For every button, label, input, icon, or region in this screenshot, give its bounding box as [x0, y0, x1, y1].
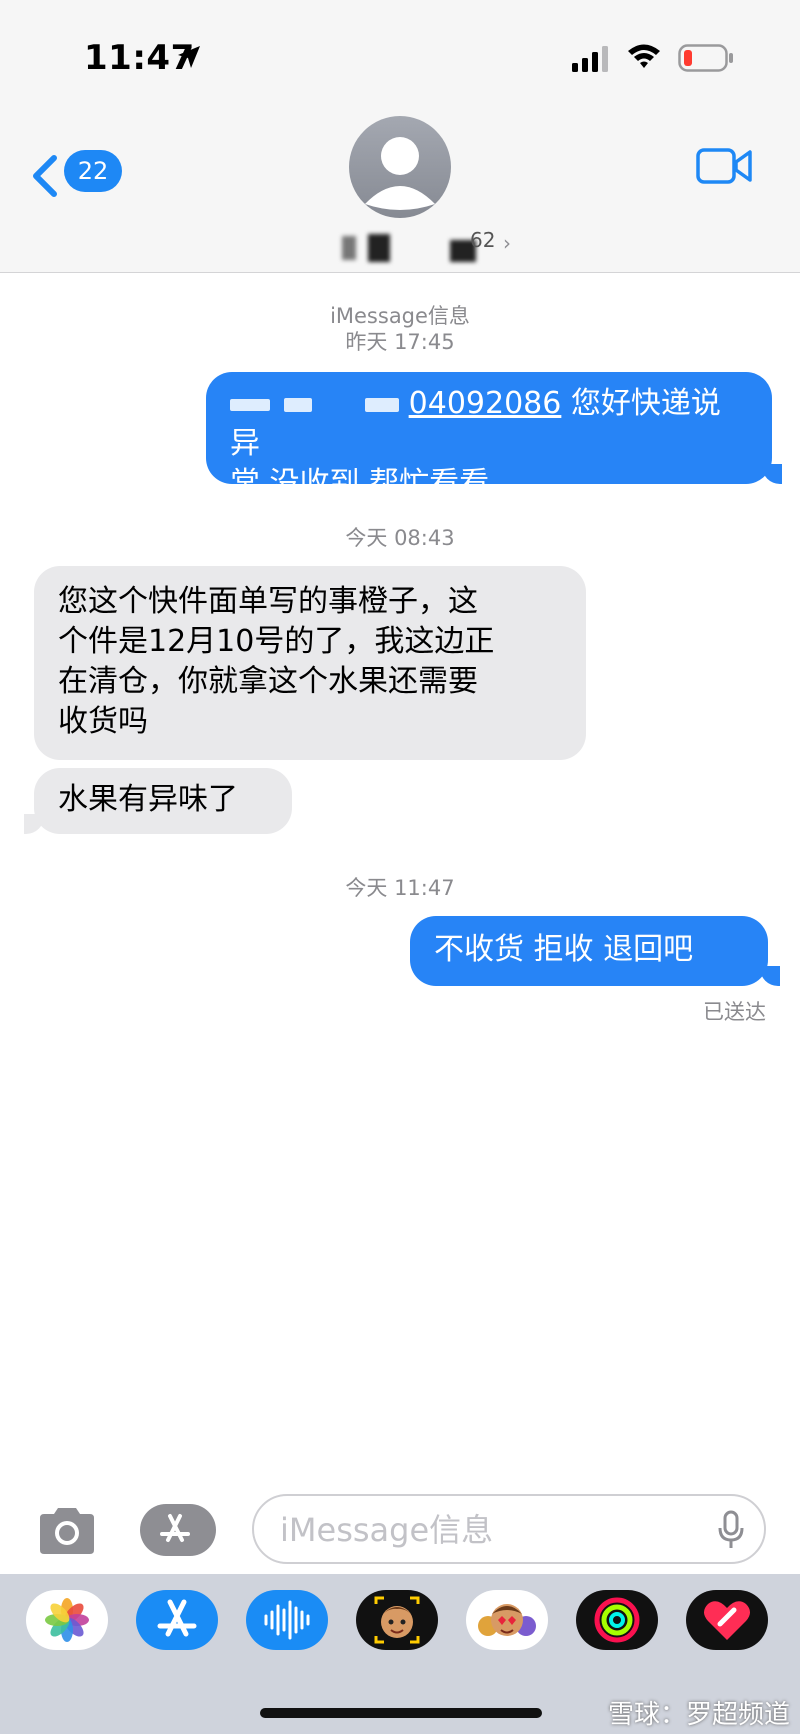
wifi-icon: [626, 42, 662, 74]
camera-button[interactable]: [36, 1506, 98, 1556]
chevron-right-icon: ›: [503, 231, 511, 255]
message-line: 您这个快件面单写的事橙子，这: [58, 584, 478, 619]
memoji-icon: [374, 1596, 420, 1644]
location-arrow-icon: [176, 44, 202, 74]
app-store-app[interactable]: [136, 1590, 218, 1650]
redaction-block: [283, 397, 312, 412]
delivery-status: 已送达: [703, 1000, 766, 1024]
microphone-icon[interactable]: [718, 1510, 744, 1554]
message-input-field[interactable]: [252, 1494, 766, 1564]
bubble-tail: [24, 814, 44, 834]
activity-app[interactable]: [576, 1590, 658, 1650]
animoji-stickers-app[interactable]: [466, 1590, 548, 1650]
animoji-stickers-icon: [478, 1604, 536, 1636]
message-line: 收货吗: [58, 704, 148, 739]
person-silhouette-icon: [365, 137, 435, 210]
watermark: 雪球：罗超频道: [607, 1700, 790, 1730]
message-input[interactable]: [278, 1506, 702, 1554]
contact-name-suffix: 62: [470, 228, 496, 252]
chevron-left-icon: [30, 154, 58, 202]
imessage-app-drawer: 雪球：罗超频道: [0, 1574, 800, 1734]
battery-low-icon: [678, 44, 734, 76]
app-store-icon: [158, 1512, 192, 1554]
timestamp: 昨天 17:45: [345, 330, 455, 354]
camera-icon: [40, 1508, 94, 1554]
app-store-icon: [157, 1599, 197, 1637]
photos-app[interactable]: [26, 1590, 108, 1650]
app-store-apps-button[interactable]: [140, 1504, 216, 1556]
contact-avatar[interactable]: [349, 116, 451, 218]
message-line: 个件是12月10号的了，我这边正: [58, 624, 495, 659]
digital-touch-app[interactable]: [686, 1590, 768, 1650]
redaction-block: [365, 397, 400, 412]
unread-count-badge: 22: [64, 150, 122, 192]
message-text: 水果有异味了: [58, 782, 238, 817]
redaction-block: [230, 398, 270, 411]
phone-number-link[interactable]: 04092086: [409, 386, 562, 421]
bubble-tail: [760, 966, 780, 986]
memoji-app[interactable]: [356, 1590, 438, 1650]
message-text: 常 没收到 帮忙看看: [230, 466, 490, 501]
back-button[interactable]: 22: [30, 150, 122, 202]
conversation-header: 22 62 ›: [0, 110, 800, 273]
photos-icon: [45, 1598, 89, 1642]
audio-message-app[interactable]: [246, 1590, 328, 1650]
cellular-signal-icon: [572, 46, 612, 76]
message-bubble-outgoing[interactable]: 不收货 拒收 退回吧: [410, 916, 768, 986]
digital-touch-icon: [704, 1601, 750, 1640]
timestamp: 今天 11:47: [345, 876, 455, 900]
redaction-block: [368, 234, 390, 262]
status-bar: 11:47: [0, 0, 800, 110]
redaction-block: [342, 236, 356, 260]
video-camera-icon: [696, 148, 752, 184]
message-bubble-incoming[interactable]: 您这个快件面单写的事橙子，这 个件是12月10号的了，我这边正 在清仓，你就拿这…: [34, 566, 586, 760]
facetime-video-button[interactable]: [696, 146, 752, 186]
message-line: 04092086 您好快递说异: [230, 384, 748, 464]
message-line: 在清仓，你就拿这个水果还需要: [58, 664, 478, 699]
activity-icon: [594, 1597, 640, 1643]
audio-message-icon: [264, 1600, 310, 1640]
message-text: 不收货 拒收 退回吧: [434, 932, 694, 967]
home-indicator[interactable]: [260, 1708, 542, 1718]
timestamp: 今天 08:43: [345, 526, 455, 550]
bubble-tail: [762, 464, 782, 484]
message-bubble-incoming[interactable]: 水果有异味了: [34, 768, 292, 834]
message-bubble-outgoing[interactable]: 04092086 您好快递说异 常 没收到 帮忙看看: [206, 372, 772, 501]
